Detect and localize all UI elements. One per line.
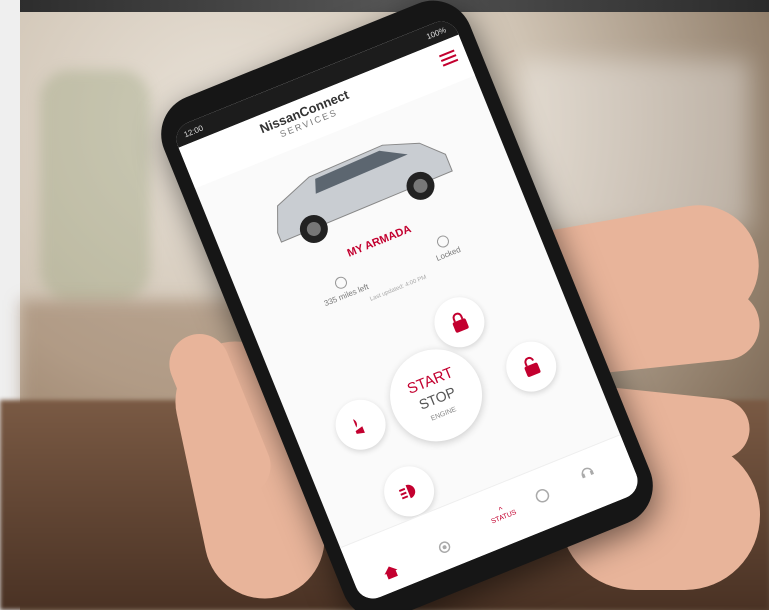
plant-blur — [40, 70, 150, 300]
fuel-icon — [333, 274, 350, 291]
engine-start-stop-button[interactable]: START STOP ENGINE — [376, 335, 496, 456]
lock-button[interactable] — [426, 289, 492, 355]
headset-icon — [581, 467, 595, 479]
tab-location[interactable] — [436, 539, 456, 561]
tab-home[interactable] — [381, 563, 402, 584]
hamburger-menu-icon[interactable] — [438, 49, 459, 67]
unlock-button[interactable] — [498, 334, 564, 400]
top-edge — [0, 0, 769, 12]
gauge-icon — [535, 489, 550, 503]
unlock-icon — [524, 356, 541, 377]
battery-indicator: 100% — [424, 24, 448, 41]
lock-stat: Locked — [429, 231, 462, 263]
tab-status[interactable]: ^ STATUS — [487, 501, 517, 526]
tab-alerts[interactable] — [533, 487, 552, 507]
tab-support[interactable] — [577, 462, 596, 482]
home-icon — [384, 566, 398, 580]
status-time: 12:00 — [182, 123, 205, 139]
window-blur — [520, 60, 750, 230]
location-icon — [438, 541, 451, 553]
horn-lights-icon — [352, 419, 365, 434]
lock-status-icon — [435, 233, 452, 250]
headlight-icon — [398, 484, 416, 500]
lock-icon — [452, 312, 469, 333]
horn-lights-button[interactable] — [328, 392, 394, 458]
photo-background: 12:00 100% NissanConnect SERVICES MY ARM… — [0, 0, 769, 610]
